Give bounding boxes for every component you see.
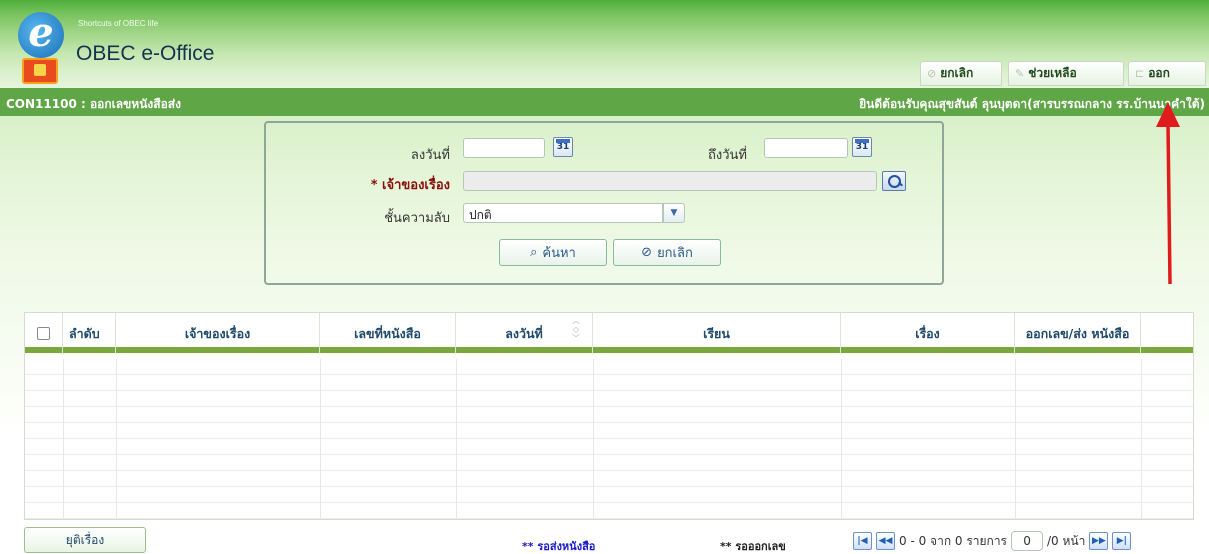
obec-logo: e — [18, 12, 68, 84]
table-row — [25, 407, 1193, 423]
table-row — [25, 423, 1193, 439]
top-cancel-label: ยกเลิก — [940, 66, 974, 80]
col-extra — [1141, 313, 1193, 353]
col-date-label: ลงวันที่ — [505, 325, 543, 341]
owner-field[interactable] — [463, 171, 877, 191]
wrench-icon: ✎ — [1015, 67, 1025, 80]
help-button[interactable]: ✎ ช่วยเหลือ — [1008, 61, 1124, 86]
lookup-icon[interactable] — [882, 171, 906, 191]
select-all-cell — [25, 313, 63, 353]
calendar-icon[interactable]: 31 — [553, 137, 573, 157]
prev-page-icon[interactable]: ◀◀ — [876, 532, 895, 550]
page-total: /0 หน้า — [1047, 533, 1086, 548]
table-row — [25, 439, 1193, 455]
select-all-checkbox[interactable] — [37, 326, 50, 340]
search-button-label: ค้นหา — [542, 246, 576, 261]
next-page-icon[interactable]: ▶▶ — [1089, 532, 1109, 550]
col-to[interactable]: เรียน — [593, 313, 841, 353]
search-panel: ลงวันที่ 31 ถึงวันที่ 31 * เจ้าของเรื่อง… — [264, 121, 944, 285]
col-date[interactable]: ลงวันที่ ︿ ◇ ﹀ — [456, 313, 593, 353]
last-page-icon[interactable]: ▶| — [1112, 532, 1132, 550]
exit-button[interactable]: ⊏ ออก — [1128, 61, 1206, 86]
secrecy-select[interactable]: ปกติ — [463, 203, 663, 223]
date-from-input[interactable] — [463, 138, 545, 158]
col-owner[interactable]: เจ้าของเรื่อง — [116, 313, 320, 353]
top-cancel-button[interactable]: ⊘ ยกเลิก — [920, 61, 1002, 86]
page-title: CON11100 : ออกเลขหนังสือส่ง — [6, 97, 181, 111]
page-number-input[interactable]: 0 — [1011, 531, 1044, 551]
table-row — [25, 359, 1193, 375]
cancel-button[interactable]: ⊘ ยกเลิก — [613, 239, 721, 266]
date-from-label: ลงวันที่ — [410, 148, 450, 163]
cancel-circle-icon: ⊘ — [927, 67, 937, 80]
results-table: ลำดับ เจ้าของเรื่อง เลขที่หนังสือ ลงวันท… — [24, 312, 1194, 520]
logo-e-icon: e — [18, 12, 64, 58]
date-to-input[interactable] — [764, 138, 848, 158]
table-row — [25, 487, 1193, 503]
col-issue-send[interactable]: ออกเลข/ส่ง หนังสือ — [1015, 313, 1141, 353]
search-icon: ⌕ — [530, 245, 538, 260]
exit-label: ออก — [1148, 66, 1170, 80]
pagination: |◀ ◀◀ 0 - 0 จาก 0 รายการ 0 /0 หน้า ▶▶ ▶| — [853, 530, 1132, 552]
secrecy-label: ชั้นความลับ — [384, 211, 450, 226]
col-index[interactable]: ลำดับ — [63, 313, 116, 353]
col-subject[interactable]: เรื่อง — [841, 313, 1015, 353]
chevron-down-icon[interactable]: ▼ — [663, 203, 685, 223]
title-bar: CON11100 : ออกเลขหนังสือส่ง ยินดีต้อนรับ… — [0, 88, 1209, 116]
search-button[interactable]: ⌕ ค้นหา — [499, 239, 607, 266]
app-tagline: Shortcuts of OBEC life — [78, 19, 159, 28]
logo-house-icon — [22, 58, 58, 84]
col-doc-number[interactable]: เลขที่หนังสือ — [320, 313, 456, 353]
date-to-label: ถึงวันที่ — [708, 148, 747, 163]
welcome-message: ยินดีต้อนรับคุณสุขสันต์ ลุนบุตดา(สารบรรณ… — [859, 97, 1205, 111]
cancel-circle-icon: ⊘ — [641, 245, 653, 260]
table-row — [25, 455, 1193, 471]
table-header: ลำดับ เจ้าของเรื่อง เลขที่หนังสือ ลงวันท… — [25, 313, 1193, 353]
first-page-icon[interactable]: |◀ — [853, 532, 872, 550]
table-row — [25, 375, 1193, 391]
help-label: ช่วยเหลือ — [1028, 66, 1077, 80]
cancel-button-label: ยกเลิก — [657, 246, 693, 261]
exit-icon: ⊏ — [1135, 67, 1145, 80]
sort-icon[interactable]: ︿ ◇ ﹀ — [570, 316, 582, 343]
app-header: e Shortcuts of OBEC life OBEC e-Office ⊘… — [0, 0, 1209, 88]
app-title: OBEC e-Office — [76, 42, 215, 65]
calendar-icon[interactable]: 31 — [852, 137, 872, 157]
table-row — [25, 391, 1193, 407]
pager-summary: 0 - 0 จาก 0 รายการ — [899, 533, 1008, 548]
close-matter-button[interactable]: ยุติเรื่อง — [24, 527, 146, 553]
table-row — [25, 503, 1193, 519]
owner-label: * เจ้าของเรื่อง — [370, 178, 450, 193]
legend-pending-number: ** รอออกเลข — [720, 540, 786, 553]
legend-pending-send: ** รอส่งหนังสือ — [522, 540, 596, 553]
table-row — [25, 471, 1193, 487]
